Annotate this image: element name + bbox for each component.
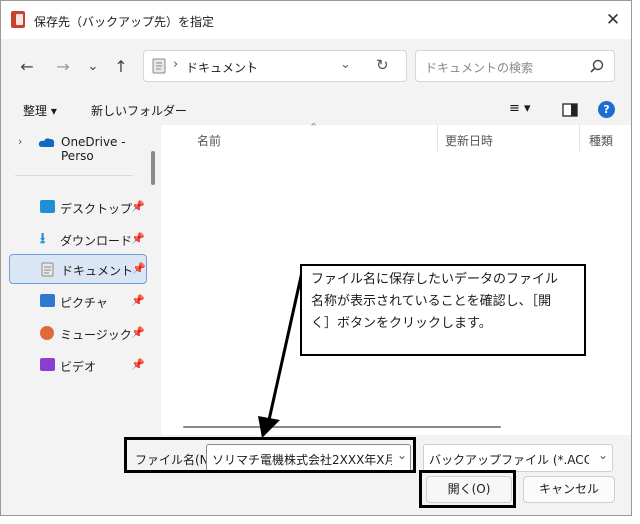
column-header-modified[interactable]: 更新日時 <box>445 132 493 149</box>
sidebar-item-label: デスクトップ <box>60 202 133 216</box>
column-divider[interactable] <box>579 125 580 151</box>
filetype-select[interactable]: バックアップファイル (*.ACC*BK;*. ⌄ <box>423 444 613 472</box>
navigation-pane: › OneDrive - Perso デスクトップ 📌 ⭳ ダウンロード 📌 ド… <box>1 125 161 435</box>
search-icon[interactable] <box>590 59 604 73</box>
back-button[interactable]: ← <box>15 55 39 79</box>
app-icon <box>11 11 25 28</box>
chevron-down-icon[interactable]: ⌄ <box>598 448 608 462</box>
pin-icon: 📌 <box>131 294 145 307</box>
sidebar-item-label: ビデオ <box>60 360 97 374</box>
documents-icon <box>41 262 54 277</box>
sidebar-item-desktop[interactable]: デスクトップ 📌 <box>9 192 147 222</box>
instruction-callout: ファイル名に保存したいデータのファイル 名称が表示されていることを確認し、［開 … <box>300 264 586 356</box>
dialog-title: 保存先（バックアップ先）を指定 <box>34 15 215 29</box>
sidebar-scrollbar[interactable] <box>151 151 155 185</box>
navigation-bar: ← → ⌄ ↑ › ドキュメント › ⌄ ↻ ドキュメントの検索 <box>1 39 631 95</box>
callout-line: く］ボタンをクリックします。 <box>311 316 492 331</box>
pin-icon: 📌 <box>131 358 145 371</box>
organize-menu[interactable]: 整理 ▾ <box>23 102 57 119</box>
sidebar-item-pictures[interactable]: ピクチャ 📌 <box>9 286 147 316</box>
up-button[interactable]: ↑ <box>109 55 133 79</box>
sidebar-item-downloads[interactable]: ⭳ ダウンロード 📌 <box>9 224 147 254</box>
sidebar-item-documents[interactable]: ドキュメント 📌 <box>9 254 147 284</box>
search-box[interactable]: ドキュメントの検索 <box>415 50 615 82</box>
music-icon <box>40 326 54 340</box>
column-divider[interactable] <box>437 125 438 151</box>
refresh-icon[interactable]: ↻ <box>376 56 389 74</box>
address-bar[interactable]: › ドキュメント › ⌄ ↻ <box>143 50 407 82</box>
forward-button[interactable]: → <box>51 55 75 79</box>
recent-locations-button[interactable]: ⌄ <box>81 55 105 79</box>
search-input[interactable]: ドキュメントの検索 <box>425 59 533 76</box>
sidebar-item-label: ダウンロード <box>60 234 133 248</box>
cancel-button[interactable]: キャンセル <box>523 476 615 503</box>
sidebar-item-label: ドキュメント <box>61 264 134 278</box>
videos-icon <box>40 358 55 371</box>
view-options-button[interactable]: ≡ ▾ <box>509 101 531 116</box>
close-button[interactable]: ✕ <box>601 9 625 31</box>
open-button-highlight-box <box>419 470 516 508</box>
pin-icon: 📌 <box>132 262 146 275</box>
title-bar: 保存先（バックアップ先）を指定 ✕ <box>1 1 631 39</box>
download-icon: ⭳ <box>40 229 46 247</box>
sort-ascending-icon: ⌃ <box>309 121 319 134</box>
desktop-icon <box>40 200 55 213</box>
breadcrumb-separator-icon: › <box>248 57 254 72</box>
address-history-dropdown[interactable]: ⌄ <box>340 57 351 72</box>
sidebar-item-label: ピクチャ <box>60 296 108 310</box>
callout-line: 名称が表示されていることを確認し、［開 <box>311 294 552 309</box>
filetype-value: バックアップファイル (*.ACC*BK;*. <box>429 453 589 467</box>
breadcrumb-separator-icon: › <box>173 57 179 72</box>
pin-icon: 📌 <box>131 200 145 213</box>
column-header-name[interactable]: 名前 <box>197 132 221 149</box>
callout-line: ファイル名に保存したいデータのファイル <box>311 272 559 287</box>
sidebar-item-label: ミュージック <box>60 328 132 342</box>
document-icon <box>152 58 166 74</box>
sidebar-item-videos[interactable]: ビデオ 📌 <box>9 350 147 380</box>
sidebar-item-music[interactable]: ミュージック 📌 <box>9 318 147 348</box>
filename-highlight-box <box>124 437 416 473</box>
sidebar-item-onedrive[interactable]: OneDrive - Perso <box>61 135 161 163</box>
pictures-icon <box>40 294 55 307</box>
pin-icon: 📌 <box>131 232 145 245</box>
help-icon[interactable]: ? <box>598 101 615 118</box>
horizontal-scrollbar[interactable] <box>183 426 501 428</box>
preview-pane-icon[interactable] <box>562 103 578 117</box>
expand-chevron-icon[interactable]: › <box>18 135 22 148</box>
sidebar-divider <box>15 175 133 176</box>
pin-icon: 📌 <box>131 326 145 339</box>
column-header-type[interactable]: 種類 <box>589 132 613 149</box>
onedrive-icon <box>38 138 55 147</box>
new-folder-button[interactable]: 新しいフォルダー <box>91 102 187 119</box>
